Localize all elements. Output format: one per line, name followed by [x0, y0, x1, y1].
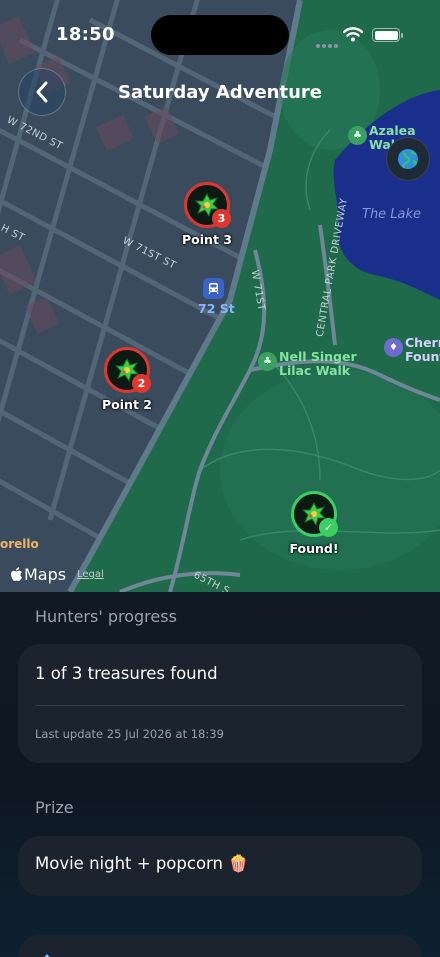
prize-section-title: Prize	[35, 798, 74, 817]
last-update-text: Last update 25 Jul 2026 at 18:39	[35, 727, 224, 741]
apple-maps-logo: Maps	[10, 565, 66, 584]
legal-link[interactable]: Legal	[77, 569, 104, 580]
progress-section-title: Hunters' progress	[35, 607, 177, 626]
marker-label: Found!	[289, 541, 339, 556]
signal-icon	[316, 33, 340, 52]
metro-label: 72 St	[198, 301, 235, 316]
fountain-icon: ♦	[384, 338, 403, 357]
details-sheet[interactable]: Hunters' progress 1 of 3 treasures found…	[0, 592, 440, 957]
poi-nell-line1: Nell Singer	[279, 349, 357, 364]
metro-icon[interactable]	[203, 278, 224, 299]
prize-card: Movie night + popcorn 🍿	[18, 836, 422, 896]
dynamic-island	[151, 15, 289, 55]
map-type-button[interactable]	[386, 137, 430, 181]
marker-badge: 3	[212, 209, 231, 228]
marker-point-3[interactable]: 3 Point 3	[182, 182, 232, 247]
check-icon: ✓	[319, 518, 338, 537]
marker-found[interactable]: ✓ Found!	[289, 491, 339, 556]
marker-ring: ✓	[291, 491, 338, 537]
partial-icon	[44, 954, 50, 957]
status-time: 18:50	[56, 24, 115, 45]
place-label-orello: orello	[0, 537, 39, 551]
poi-nell-singer[interactable]: ♣ Nell Singer Lilac Walk	[258, 350, 357, 378]
tree-icon: ♣	[348, 126, 367, 145]
globe-icon	[398, 149, 418, 169]
apple-logo-icon	[11, 567, 22, 581]
marker-ring: 2	[104, 347, 151, 393]
marker-label: Point 2	[102, 397, 152, 412]
status-bar: 18:50	[0, 0, 440, 62]
page-title: Saturday Adventure	[118, 82, 322, 103]
divider	[35, 705, 405, 706]
maps-logo-text: Maps	[24, 565, 67, 584]
poi-azalea-line1: Azalea	[369, 123, 416, 138]
battery-icon	[372, 28, 403, 42]
poi-nell-line2: Lilac Walk	[279, 363, 351, 378]
wifi-icon	[343, 27, 363, 42]
poi-cherry-line2: Founta	[405, 349, 440, 364]
lake-label: The Lake	[362, 207, 422, 222]
prize-value: Movie night + popcorn 🍿	[35, 854, 249, 873]
next-card[interactable]	[18, 935, 422, 957]
marker-point-2[interactable]: 2 Point 2	[102, 347, 152, 412]
map-view[interactable]: W 72ND ST W 71ST ST H ST CENTRAL PARK DR…	[0, 0, 440, 592]
poi-cherry-fountain[interactable]: ♦ Cherr Founta	[384, 336, 440, 364]
poi-cherry-line1: Cherr	[405, 335, 440, 350]
marker-badge: 2	[132, 374, 151, 393]
tree-icon: ♣	[258, 352, 277, 371]
progress-summary: 1 of 3 treasures found	[35, 664, 218, 683]
progress-card: 1 of 3 treasures found Last update 25 Ju…	[18, 644, 422, 763]
marker-ring: 3	[184, 182, 231, 228]
marker-label: Point 3	[182, 232, 232, 247]
